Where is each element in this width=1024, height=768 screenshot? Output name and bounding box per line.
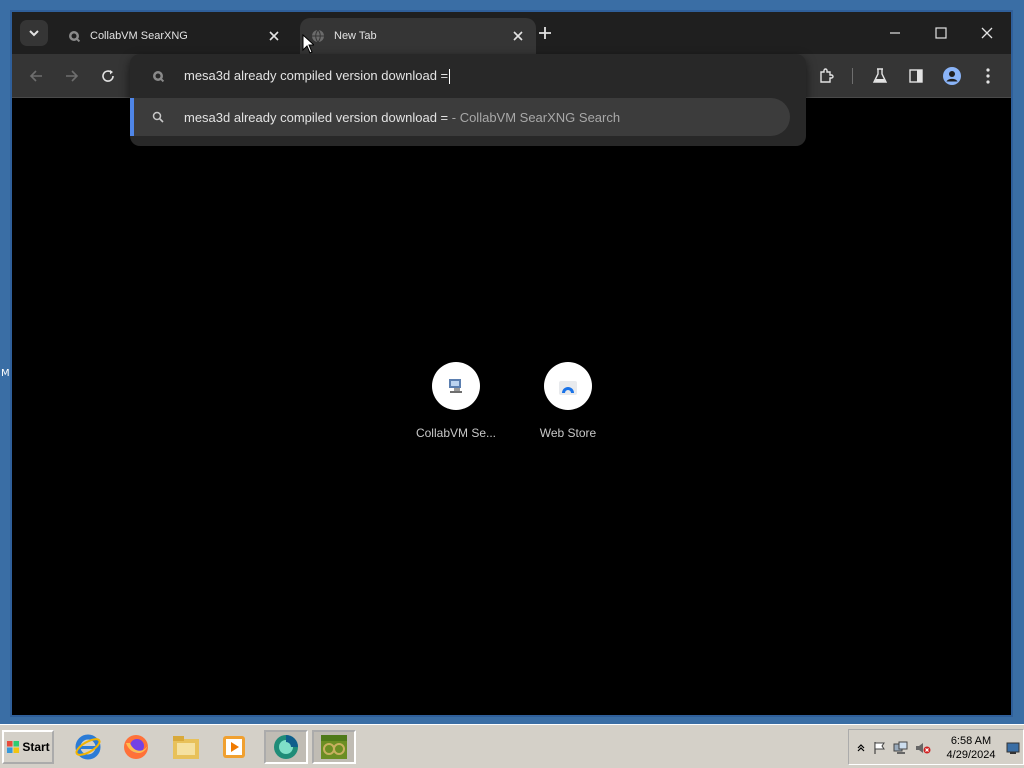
- suggestion-query: mesa3d already compiled version download…: [184, 109, 449, 125]
- browser-icon[interactable]: [264, 730, 308, 764]
- web-store-icon: [544, 362, 592, 410]
- action-center-flag-icon[interactable]: [871, 740, 887, 756]
- omnibox-input-row[interactable]: mesa3d already compiled version download…: [130, 54, 806, 98]
- system-tray: 6:58 AM 4/29/2024: [848, 729, 1024, 765]
- close-window-button[interactable]: [972, 20, 1002, 46]
- start-button[interactable]: Start: [2, 730, 54, 764]
- tab-collabvm-searxng[interactable]: CollabVM SearXNG: [56, 18, 292, 54]
- arrow-left-icon: [29, 70, 42, 82]
- media-player-icon[interactable]: [212, 730, 256, 764]
- menu-button[interactable]: [976, 64, 1000, 88]
- arrow-right-icon: [66, 70, 79, 82]
- windows-flag-icon: [7, 741, 20, 753]
- searxng-icon: [66, 28, 82, 44]
- flask-icon: [872, 68, 888, 83]
- labs-button[interactable]: [868, 64, 892, 88]
- reload-button[interactable]: [96, 64, 120, 88]
- profile-button[interactable]: [940, 64, 964, 88]
- shortcut-label: Web Store: [539, 426, 597, 440]
- firefox-icon[interactable]: [114, 730, 158, 764]
- tab-new-tab[interactable]: New Tab: [300, 18, 536, 54]
- shortcut-web-store[interactable]: Web Store: [518, 362, 618, 440]
- extensions-button[interactable]: [814, 64, 838, 88]
- network-icon[interactable]: [893, 740, 909, 756]
- toolbar-divider: [852, 68, 853, 84]
- omnibox-input[interactable]: mesa3d already compiled version download…: [184, 67, 451, 85]
- maximize-button[interactable]: [926, 20, 956, 46]
- minimize-icon: [890, 32, 900, 34]
- maximize-icon: [935, 27, 947, 39]
- back-button[interactable]: [24, 64, 48, 88]
- search-icon: [150, 109, 166, 125]
- close-tab-icon[interactable]: [508, 26, 528, 46]
- browser-window: CollabVM SearXNG New Tab mesa3d already …: [10, 10, 1013, 717]
- clock-time: 6:58 AM: [950, 735, 992, 747]
- new-tab-button[interactable]: [534, 22, 556, 44]
- tab-strip: CollabVM SearXNG New Tab: [12, 12, 1011, 54]
- reload-icon: [102, 70, 114, 82]
- omnibox-suggestion[interactable]: mesa3d already compiled version download…: [130, 98, 790, 136]
- desktop-edge-text: M: [1, 368, 10, 379]
- kebab-menu-icon: [986, 68, 990, 84]
- show-hidden-icons-icon[interactable]: [853, 740, 869, 756]
- file-explorer-icon[interactable]: [164, 730, 208, 764]
- chevron-down-icon: [29, 30, 39, 37]
- tab-title: New Tab: [334, 30, 377, 42]
- internet-explorer-icon[interactable]: [66, 730, 110, 764]
- volume-muted-icon[interactable]: [915, 740, 931, 756]
- show-desktop-icon[interactable]: [1005, 740, 1021, 756]
- tab-search-button[interactable]: [20, 20, 48, 46]
- suggestion-text: mesa3d already compiled version download…: [184, 110, 620, 125]
- omnibox-text: mesa3d already compiled version download…: [184, 67, 449, 83]
- side-panel-icon: [909, 69, 923, 83]
- clock[interactable]: 6:58 AM 4/29/2024: [941, 734, 1001, 762]
- taskbar: Start 6:58 AM 4/29/2024: [0, 724, 1024, 768]
- plus-icon: [539, 27, 551, 39]
- omnibox-popup: mesa3d already compiled version download…: [130, 54, 806, 146]
- side-panel-button[interactable]: [904, 64, 928, 88]
- close-tab-icon[interactable]: [264, 26, 284, 46]
- minecraft-icon[interactable]: [312, 730, 356, 764]
- suggestion-suffix: - CollabVM SearXNG Search: [448, 109, 621, 125]
- text-caret: [449, 69, 451, 85]
- close-icon: [981, 27, 993, 39]
- searxng-icon: [150, 68, 166, 84]
- minimize-button[interactable]: [880, 20, 910, 46]
- avatar-icon: [943, 67, 961, 85]
- shortcut-collabvm[interactable]: CollabVM Se...: [406, 362, 506, 440]
- mouse-cursor-icon: [302, 34, 314, 54]
- tab-title: CollabVM SearXNG: [90, 30, 188, 42]
- puzzle-piece-icon: [820, 68, 834, 83]
- clock-date: 4/29/2024: [946, 749, 996, 761]
- forward-button[interactable]: [60, 64, 84, 88]
- shortcut-label: CollabVM Se...: [415, 426, 497, 440]
- start-label: Start: [22, 740, 50, 754]
- collabvm-icon: [432, 362, 480, 410]
